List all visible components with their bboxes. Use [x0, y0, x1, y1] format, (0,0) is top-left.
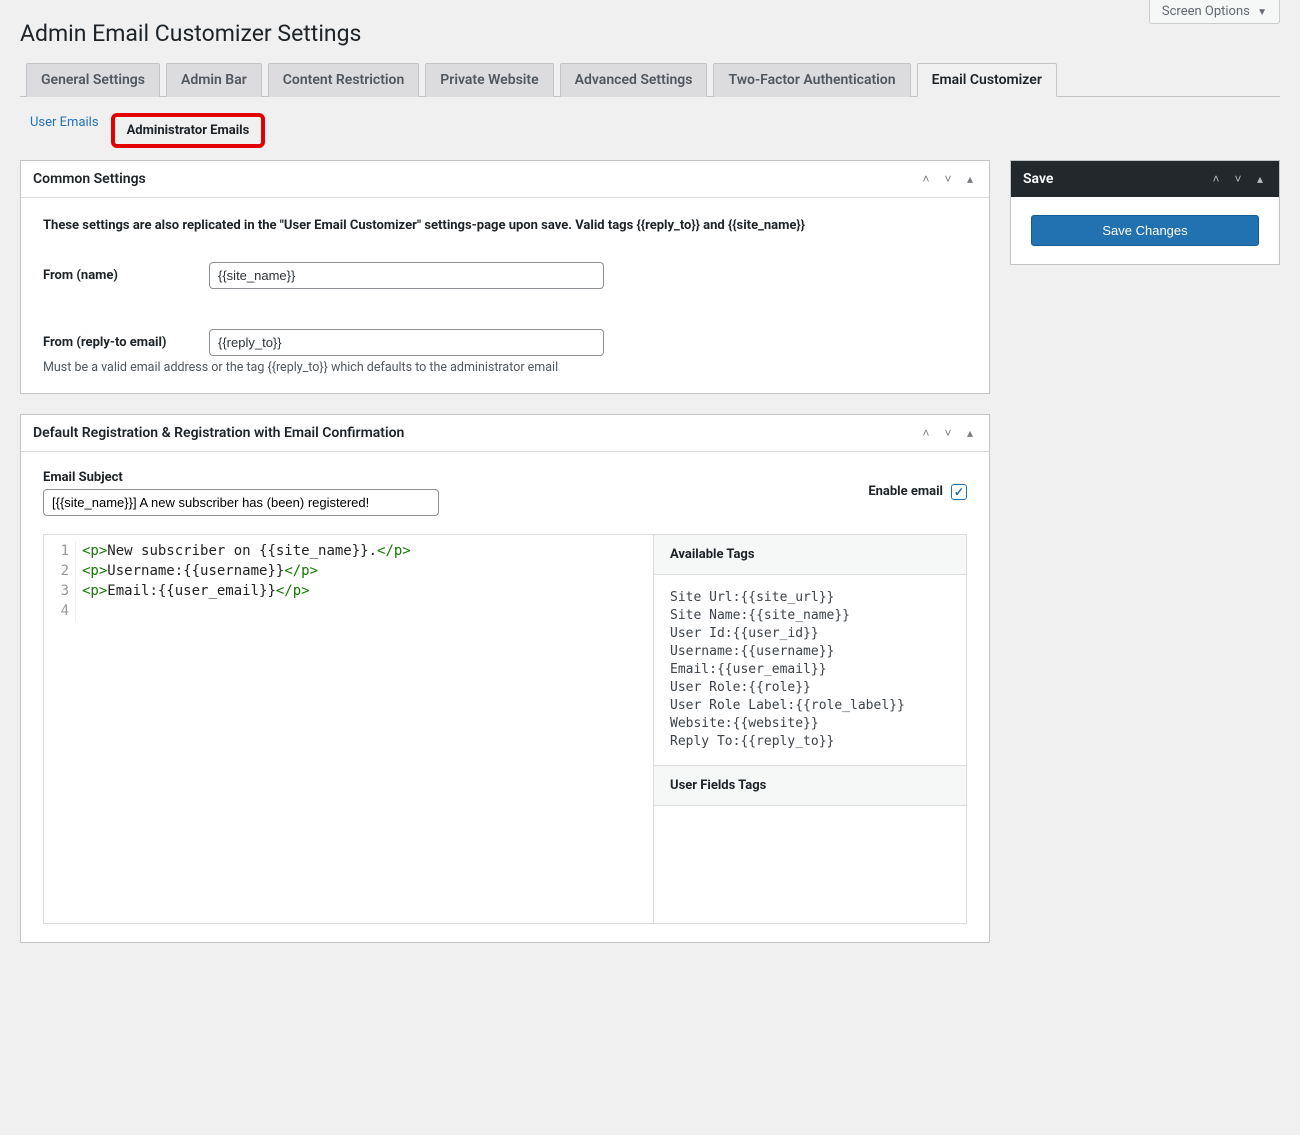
tag-item: Email:{{user_email}} — [670, 661, 950, 679]
enable-email-label: Enable email — [868, 484, 943, 499]
common-settings-title: Common Settings — [33, 161, 146, 197]
save-changes-button[interactable]: Save Changes — [1031, 215, 1259, 246]
save-box: Save ˄ ˅ ▴ Save Changes — [1010, 160, 1280, 265]
line-gutter: 1234 — [44, 541, 76, 621]
tab-advanced-settings[interactable]: Advanced Settings — [560, 63, 708, 97]
reply-to-desc: Must be a valid email address or the tag… — [43, 360, 967, 375]
tag-item: Website:{{website}} — [670, 715, 950, 733]
save-box-title: Save — [1023, 161, 1053, 197]
tab-email-customizer[interactable]: Email Customizer — [917, 63, 1057, 97]
email-body-editor[interactable]: 1234 <p>New subscriber on {{site_name}}.… — [44, 535, 654, 923]
tab-content-restriction[interactable]: Content Restriction — [268, 63, 420, 97]
tab-general-settings[interactable]: General Settings — [26, 63, 160, 97]
tag-item: User Role Label:{{role_label}} — [670, 697, 950, 715]
chevron-down-icon[interactable]: ˅ — [1231, 172, 1245, 186]
registration-box: Default Registration & Registration with… — [20, 414, 990, 943]
tag-item: User Id:{{user_id}} — [670, 625, 950, 643]
common-settings-box: Common Settings ˄ ˅ ▴ These settings are… — [20, 160, 990, 394]
page-title: Admin Email Customizer Settings — [20, 0, 1280, 63]
tab-two-factor-auth[interactable]: Two-Factor Authentication — [713, 63, 910, 97]
user-fields-tags-body — [654, 806, 966, 923]
from-name-input[interactable] — [209, 262, 604, 289]
subtab-user-emails[interactable]: User Emails — [26, 113, 103, 132]
email-subject-label: Email Subject — [43, 470, 439, 485]
email-body-code[interactable]: <p>New subscriber on {{site_name}}.</p> … — [76, 541, 411, 621]
chevron-up-icon[interactable]: ˄ — [1209, 172, 1223, 186]
triangle-up-icon[interactable]: ▴ — [1253, 172, 1267, 186]
chevron-down-icon[interactable]: ˅ — [941, 172, 955, 186]
triangle-up-icon[interactable]: ▴ — [963, 172, 977, 186]
user-fields-tags-header: User Fields Tags — [654, 765, 966, 806]
from-name-label: From (name) — [43, 268, 193, 283]
tab-private-website[interactable]: Private Website — [425, 63, 553, 97]
reply-to-label: From (reply-to email) — [43, 335, 193, 350]
tag-item: User Role:{{role}} — [670, 679, 950, 697]
chevron-up-icon[interactable]: ˄ — [919, 426, 933, 440]
screen-options-label: Screen Options — [1162, 4, 1250, 19]
reply-to-input[interactable] — [209, 329, 604, 356]
caret-down-icon: ▼ — [1257, 7, 1267, 18]
available-tags-list: Site Url:{{site_url}} Site Name:{{site_n… — [654, 575, 966, 765]
available-tags-header: Available Tags — [654, 535, 966, 575]
registration-title: Default Registration & Registration with… — [33, 415, 404, 451]
tag-item: Site Name:{{site_name}} — [670, 607, 950, 625]
chevron-up-icon[interactable]: ˄ — [919, 172, 933, 186]
tag-item: Username:{{username}} — [670, 643, 950, 661]
email-subject-input[interactable] — [43, 489, 439, 516]
tab-admin-bar[interactable]: Admin Bar — [166, 63, 262, 97]
enable-email-checkbox[interactable]: ✓ — [951, 484, 967, 500]
main-tabs: General Settings Admin Bar Content Restr… — [20, 63, 1280, 97]
tag-item: Site Url:{{site_url}} — [670, 589, 950, 607]
sub-tabs: User Emails Administrator Emails — [20, 97, 1280, 160]
common-settings-intro: These settings are also replicated in th… — [43, 216, 967, 236]
subtab-admin-emails[interactable]: Administrator Emails — [111, 113, 266, 148]
screen-options-toggle[interactable]: Screen Options ▼ — [1149, 0, 1280, 24]
chevron-down-icon[interactable]: ˅ — [941, 426, 955, 440]
tag-item: Reply To:{{reply_to}} — [670, 733, 950, 751]
triangle-up-icon[interactable]: ▴ — [963, 426, 977, 440]
